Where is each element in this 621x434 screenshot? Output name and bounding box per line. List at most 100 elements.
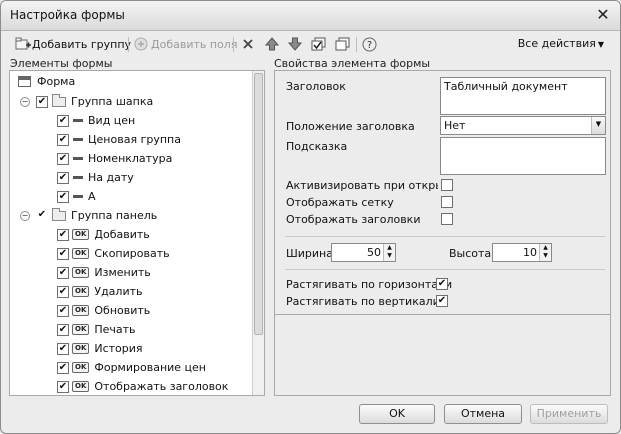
uncheck-all-button[interactable] — [335, 35, 350, 53]
toolbar: Добавить группу Добавить поля ? Все дейс… — [1, 32, 620, 56]
tree-item-label: Вид цен — [88, 114, 136, 127]
collapse-icon[interactable]: − — [20, 210, 30, 221]
tree-item[interactable]: ✔ OK Печать — [57, 320, 136, 339]
arrow-down-icon — [287, 37, 303, 51]
button-icon: OK — [72, 324, 90, 335]
tree-item[interactable]: ✔ OK История — [57, 339, 143, 358]
header-field[interactable]: Табличный документ — [440, 77, 606, 115]
tree-checkbox[interactable]: ✔ — [57, 285, 69, 298]
spinner-arrows-icon[interactable]: ▲ ▼ — [539, 244, 551, 261]
tree-item-label: Группа шапка — [71, 95, 154, 108]
tree-checkbox[interactable]: ✔ — [57, 304, 69, 317]
show-grid-checkbox[interactable] — [441, 196, 453, 208]
width-spinner[interactable]: 50 ▲ ▼ — [331, 243, 396, 262]
height-spinner[interactable]: 10 ▲ ▼ — [492, 243, 552, 262]
tree-item-label: Обновить — [94, 304, 151, 317]
spinner-arrows-icon[interactable]: ▲ ▼ — [383, 244, 395, 261]
tree-item[interactable]: ✔ А — [57, 187, 96, 206]
show-grid-label: Отображать сетку — [286, 196, 394, 209]
title-position-select[interactable]: Нет ▼ — [440, 116, 606, 135]
tree-item[interactable]: ✔ OK Формирование цен — [57, 358, 206, 377]
tree-item[interactable]: ✔ OK Изменить — [57, 263, 151, 282]
divider — [275, 314, 610, 315]
title-position-value: Нет — [444, 119, 466, 132]
tree-checkbox[interactable]: ✔ — [57, 228, 69, 241]
help-button[interactable]: ? — [362, 35, 377, 53]
delete-icon — [241, 37, 255, 51]
activate-checkbox[interactable] — [441, 179, 453, 191]
tree-item-label: Формирование цен — [94, 361, 206, 374]
tree-item-label: Скопировать — [94, 247, 170, 260]
form-elements-tree[interactable]: Форма − ✔ Группа шапка ✔ Вид цен ✔ Ценов… — [9, 70, 265, 396]
stretch-horizontal-label: Растягивать по горизонтали — [286, 278, 453, 291]
tree-item[interactable]: ✔ Ценовая группа — [57, 130, 181, 149]
tree-item-label: Номенклатура — [88, 152, 173, 165]
form-icon — [18, 76, 31, 87]
button-icon: OK — [72, 248, 90, 259]
tree-checkbox[interactable]: ✔ — [57, 171, 69, 184]
tree-item[interactable]: − ✔ Группа панель — [20, 206, 157, 225]
tree-checkbox[interactable]: ✔ — [57, 323, 69, 336]
tree-checkbox[interactable]: ✔ — [57, 114, 69, 127]
title-position-label: Положение заголовка — [286, 120, 415, 133]
collapse-icon[interactable]: − — [20, 96, 30, 107]
tree-item[interactable]: ✔ OK Отображать заголовок — [57, 377, 229, 395]
tree-item-label: А — [88, 190, 96, 203]
tree-item-label: Отображать заголовок — [94, 380, 229, 393]
apply-button[interactable]: Применить — [530, 404, 608, 424]
tree-item[interactable]: ✔ Вид цен — [57, 111, 135, 130]
tree-checkbox[interactable]: ✔ — [57, 133, 69, 146]
tree-checkbox[interactable]: ✔ — [57, 342, 69, 355]
tree-item-label: На дату — [88, 171, 134, 184]
tree-checkbox[interactable]: ✔ — [57, 190, 69, 203]
tree-item[interactable]: ✔ OK Обновить — [57, 301, 150, 320]
tree-item[interactable]: ✔ На дату — [57, 168, 134, 187]
tree-item[interactable]: ✔ OK Удалить — [57, 282, 143, 301]
check-all-icon — [311, 37, 326, 51]
tree-scrollbar[interactable] — [252, 71, 264, 395]
button-icon: OK — [72, 286, 90, 297]
scrollbar-thumb[interactable] — [254, 73, 263, 335]
tree-item[interactable]: ✔ Номенклатура — [57, 149, 172, 168]
move-down-button[interactable] — [287, 35, 303, 53]
check-all-button[interactable] — [311, 35, 326, 53]
show-headers-checkbox[interactable] — [441, 213, 453, 225]
folder-icon — [52, 93, 66, 107]
tree-item-label: Печать — [94, 323, 136, 336]
chevron-down-icon[interactable]: ▼ — [591, 117, 605, 134]
tree-item[interactable]: Форма — [18, 72, 75, 91]
ok-button[interactable]: OK — [359, 404, 435, 424]
tree-checkbox[interactable]: ✔ — [57, 266, 69, 279]
hint-field[interactable] — [440, 137, 606, 175]
activate-label: Активизировать при открытии — [286, 179, 438, 192]
tree-checkbox[interactable]: ✔ — [57, 152, 69, 165]
toolbar-separator — [128, 37, 129, 52]
tree-item-label: История — [94, 342, 143, 355]
close-icon[interactable]: ✕ — [594, 6, 612, 24]
tree-checkbox[interactable]: ✔ — [57, 247, 69, 260]
add-group-button[interactable]: Добавить группу — [15, 35, 131, 53]
tree-item-label: Группа панель — [71, 209, 158, 222]
tree-checkbox[interactable]: ✔ — [36, 209, 48, 222]
chevron-down-icon: ▼ — [597, 40, 604, 49]
element-properties-panel: Заголовок Табличный документ Положение з… — [274, 70, 611, 396]
tree-checkbox[interactable]: ✔ — [36, 95, 48, 108]
tree-item[interactable]: ✔ OK Скопировать — [57, 244, 170, 263]
add-fields-button[interactable]: Добавить поля — [134, 35, 237, 53]
stretch-horizontal-checkbox[interactable]: ✔ — [436, 278, 448, 290]
delete-button[interactable] — [241, 35, 255, 53]
all-actions-menu[interactable]: Все действия ▼ — [518, 37, 604, 50]
field-icon — [73, 119, 83, 122]
tree-checkbox[interactable]: ✔ — [57, 361, 69, 374]
tree-item-label: Форма — [37, 75, 76, 88]
tree-item[interactable]: ✔ OK Добавить — [57, 225, 150, 244]
height-value: 10 — [523, 246, 537, 259]
tree-checkbox[interactable]: ✔ — [57, 380, 69, 393]
stretch-vertical-checkbox[interactable]: ✔ — [436, 295, 448, 307]
cancel-button[interactable]: Отмена — [444, 404, 522, 424]
arrow-up-icon — [264, 37, 280, 51]
divider — [285, 236, 605, 237]
move-up-button[interactable] — [264, 35, 280, 53]
button-icon: OK — [72, 229, 90, 240]
tree-item[interactable]: − ✔ Группа шапка — [20, 92, 153, 111]
